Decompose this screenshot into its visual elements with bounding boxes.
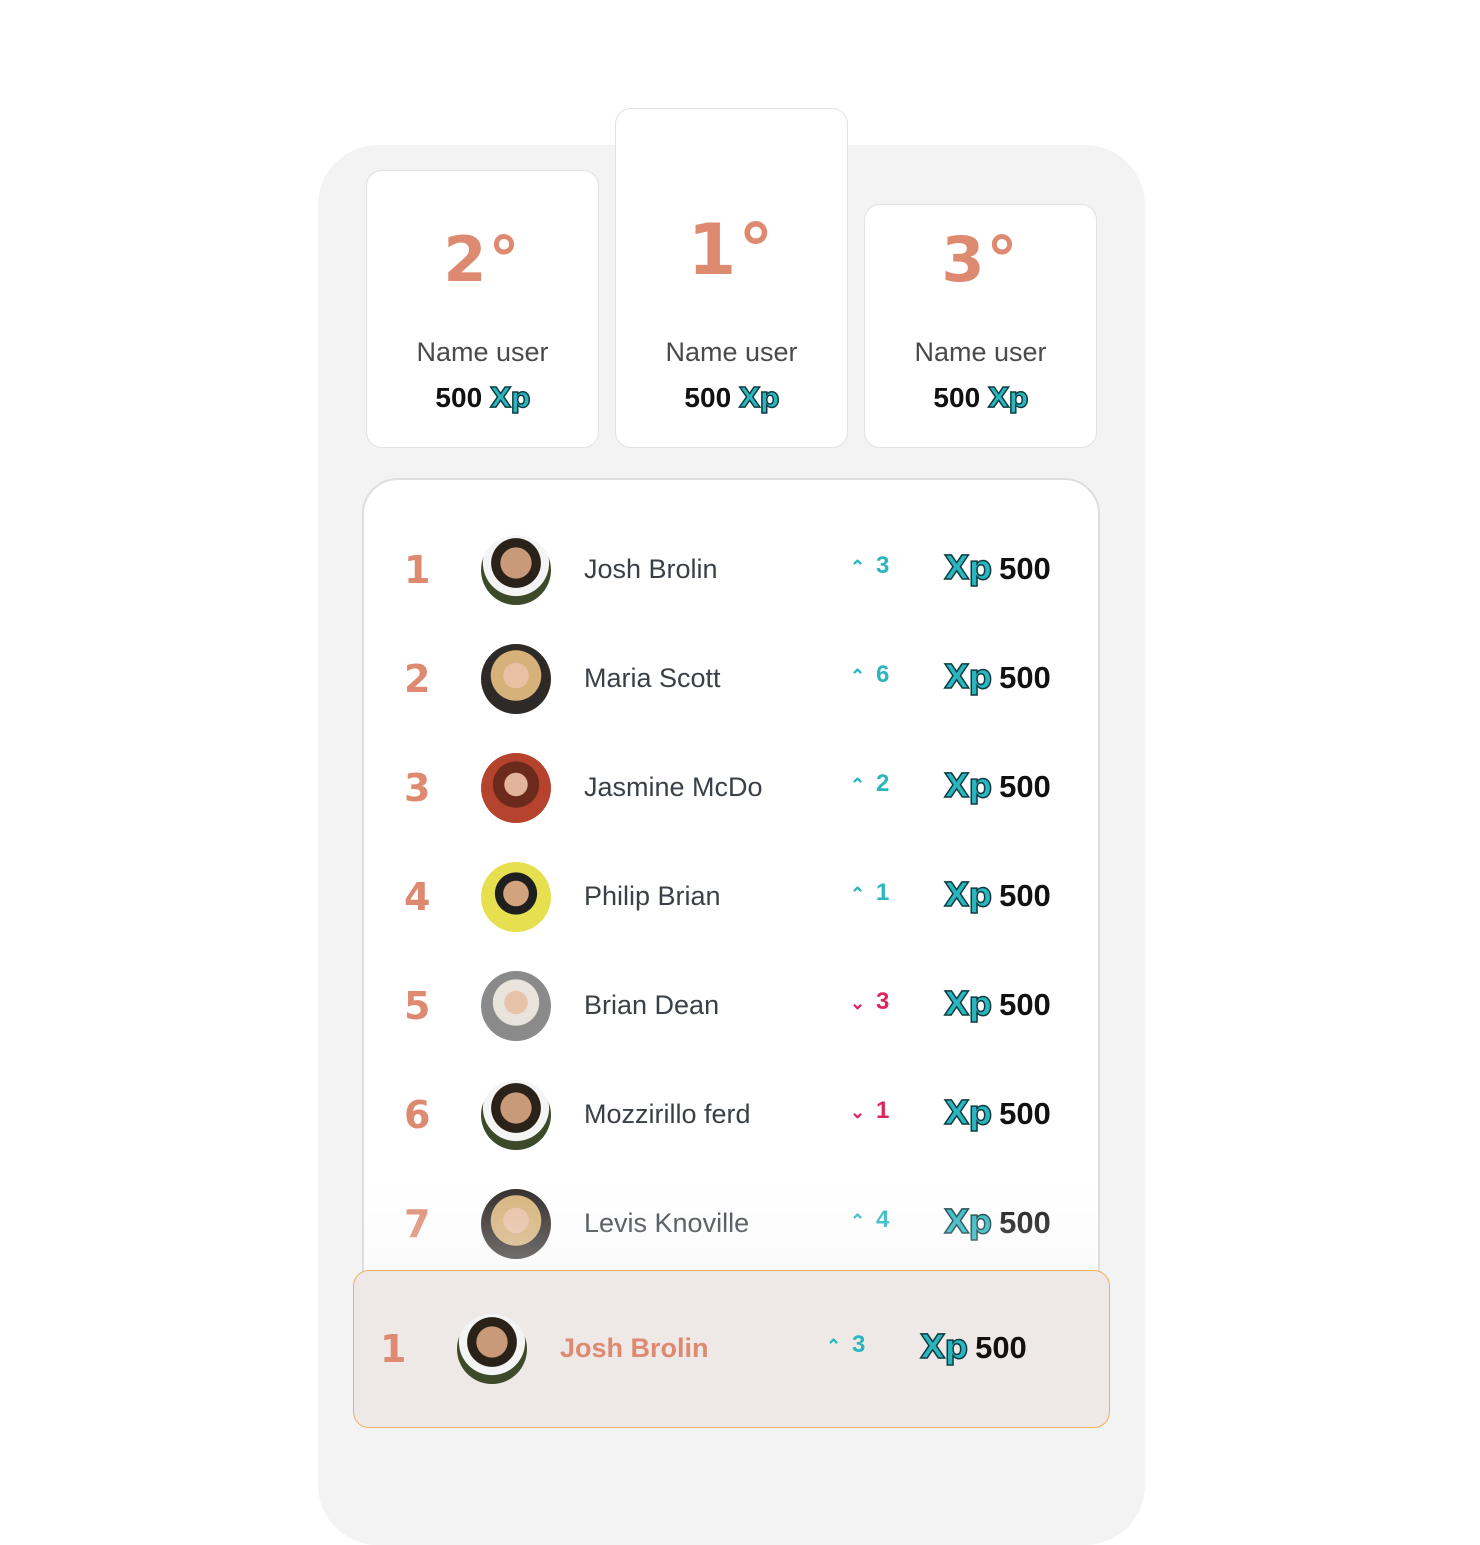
rank-number: 4 bbox=[404, 875, 431, 919]
chevron-up-icon: ⌃ bbox=[850, 666, 866, 686]
rank-change: ⌄ 3 bbox=[850, 988, 890, 1015]
podium-name: Name user bbox=[416, 337, 549, 367]
leaderboard-list[interactable]: 1 Josh Brolin ⌃ 3 Xp 500 2 Maria Scott ⌃ 6 … bbox=[362, 478, 1100, 1378]
user-name: Maria Scott bbox=[584, 663, 721, 693]
chevron-down-icon: ⌄ bbox=[850, 993, 866, 1013]
leaderboard-row[interactable]: 4 Philip Brian ⌃ 1 Xp 500 bbox=[364, 857, 1098, 937]
chevron-up-icon: ⌃ bbox=[850, 884, 866, 904]
user-name: Brian Dean bbox=[584, 990, 720, 1020]
leaderboard-row[interactable]: 6 Mozzirillo ferd ⌄ 1 Xp 500 bbox=[364, 1075, 1098, 1155]
xp-score: Xp 500 bbox=[943, 1201, 1051, 1242]
podium-xp: 500 Xp bbox=[933, 380, 1029, 415]
user-name: Levis Knoville bbox=[584, 1208, 750, 1238]
xp-icon: Xp bbox=[943, 1092, 993, 1133]
xp-icon: Xp bbox=[987, 380, 1029, 415]
chevron-up-icon: ⌃ bbox=[850, 1211, 866, 1231]
xp-score: Xp 500 bbox=[919, 1326, 1027, 1367]
xp-score: Xp 500 bbox=[943, 765, 1051, 806]
avatar bbox=[481, 535, 551, 605]
chevron-down-icon: ⌄ bbox=[850, 1102, 866, 1122]
xp-score: Xp 500 bbox=[943, 547, 1051, 588]
leaderboard-row[interactable]: 1 Josh Brolin ⌃ 3 Xp 500 bbox=[364, 530, 1098, 610]
rank-number: 1 bbox=[404, 548, 431, 592]
xp-icon: Xp bbox=[738, 380, 780, 415]
xp-icon: Xp bbox=[919, 1326, 969, 1367]
user-name: Josh Brolin bbox=[560, 1333, 709, 1363]
user-name: Mozzirillo ferd bbox=[584, 1099, 751, 1129]
avatar bbox=[481, 753, 551, 823]
xp-icon: Xp bbox=[489, 380, 531, 415]
xp-score: Xp 500 bbox=[943, 1092, 1051, 1133]
leaderboard-row[interactable]: 7 Levis Knoville ⌃ 4 Xp 500 bbox=[364, 1184, 1098, 1264]
avatar bbox=[481, 644, 551, 714]
xp-icon: Xp bbox=[943, 656, 993, 697]
rank-number: 7 bbox=[404, 1202, 431, 1246]
rank-change: ⌄ 1 bbox=[850, 1097, 890, 1124]
avatar bbox=[481, 1080, 551, 1150]
rank-change: ⌃ 3 bbox=[826, 1331, 866, 1358]
podium-card-first[interactable]: 1° Name user 500 Xp bbox=[615, 108, 848, 448]
xp-icon: Xp bbox=[943, 1201, 993, 1242]
rank-number: 1 bbox=[380, 1327, 407, 1371]
avatar bbox=[481, 971, 551, 1041]
podium-rank: 3° bbox=[941, 223, 1020, 296]
xp-score: Xp 500 bbox=[943, 983, 1051, 1024]
rank-change: ⌃ 6 bbox=[850, 661, 890, 688]
xp-icon: Xp bbox=[943, 765, 993, 806]
rank-number: 3 bbox=[404, 766, 431, 810]
user-name: Jasmine McDo bbox=[584, 772, 763, 802]
podium-rank: 1° bbox=[687, 209, 776, 291]
podium-name: Name user bbox=[665, 337, 798, 367]
podium-card-third[interactable]: 3° Name user 500 Xp bbox=[864, 204, 1097, 448]
leaderboard-row[interactable]: 5 Brian Dean ⌄ 3 Xp 500 bbox=[364, 966, 1098, 1046]
xp-icon: Xp bbox=[943, 983, 993, 1024]
avatar bbox=[481, 1189, 551, 1259]
xp-icon: Xp bbox=[943, 547, 993, 588]
current-user-row-content: 1 Josh Brolin ⌃ 3 Xp 500 bbox=[340, 1309, 1109, 1389]
xp-score: Xp 500 bbox=[943, 874, 1051, 915]
podium-name: Name user bbox=[914, 337, 1047, 367]
rank-change: ⌃ 1 bbox=[850, 879, 890, 906]
user-name: Philip Brian bbox=[584, 881, 721, 911]
avatar bbox=[481, 862, 551, 932]
current-user-row[interactable]: 1 Josh Brolin ⌃ 3 Xp 500 bbox=[353, 1270, 1110, 1428]
xp-icon: Xp bbox=[943, 874, 993, 915]
user-name: Josh Brolin bbox=[584, 554, 718, 584]
leaderboard-row[interactable]: 2 Maria Scott ⌃ 6 Xp 500 bbox=[364, 639, 1098, 719]
chevron-up-icon: ⌃ bbox=[850, 557, 866, 577]
rank-change: ⌃ 3 bbox=[850, 552, 890, 579]
rank-number: 2 bbox=[404, 657, 431, 701]
podium-xp: 500 Xp bbox=[684, 380, 780, 415]
chevron-up-icon: ⌃ bbox=[826, 1336, 842, 1356]
avatar bbox=[457, 1314, 527, 1384]
rank-change: ⌃ 2 bbox=[850, 770, 890, 797]
rank-number: 6 bbox=[404, 1093, 431, 1137]
podium-xp: 500 Xp bbox=[435, 380, 531, 415]
rank-change: ⌃ 4 bbox=[850, 1206, 890, 1233]
podium-rank: 2° bbox=[443, 223, 522, 296]
rank-number: 5 bbox=[404, 984, 431, 1028]
chevron-up-icon: ⌃ bbox=[850, 775, 866, 795]
leaderboard-row[interactable]: 3 Jasmine McDo ⌃ 2 Xp 500 bbox=[364, 748, 1098, 828]
podium-card-second[interactable]: 2° Name user 500 Xp bbox=[366, 170, 599, 448]
xp-score: Xp 500 bbox=[943, 656, 1051, 697]
